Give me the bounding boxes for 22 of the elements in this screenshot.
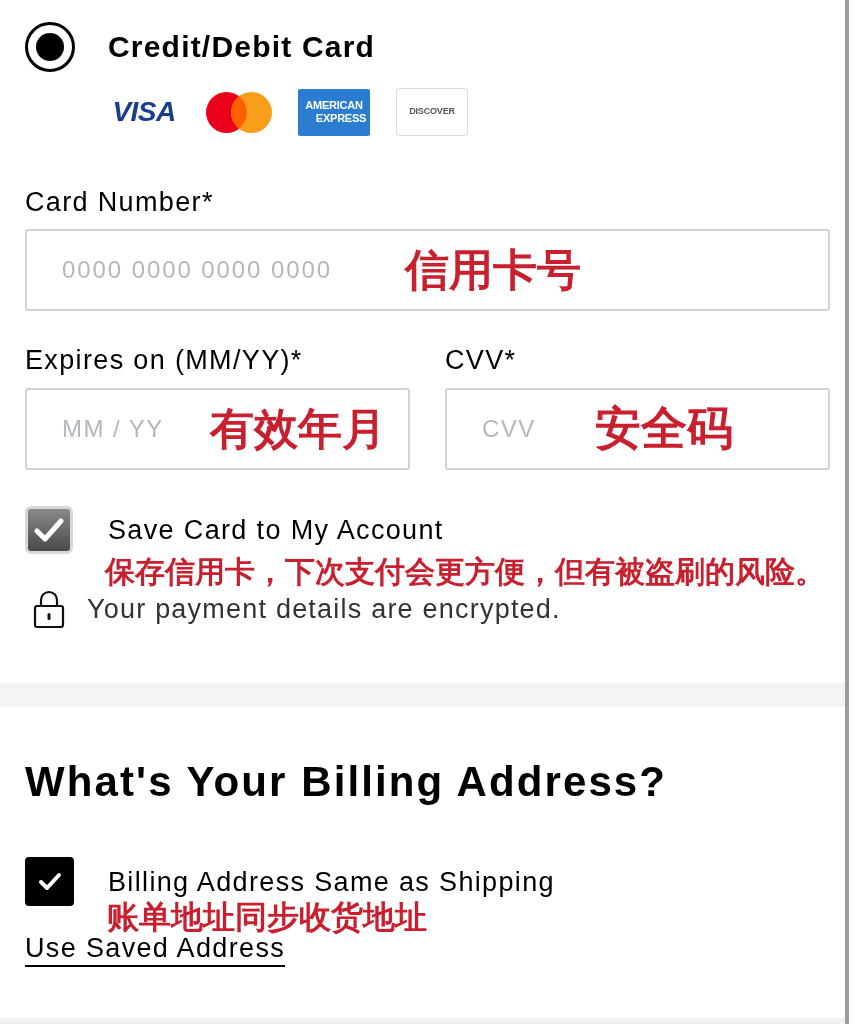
payment-method-label: Credit/Debit Card bbox=[108, 29, 376, 65]
brand-logo: VISA bbox=[111, 96, 177, 128]
field-label: Expires on (MM/YY)* bbox=[25, 344, 303, 376]
checkbox-label: Billing Address Same as Shipping bbox=[108, 865, 555, 898]
section-heading: What's Your Billing Address? bbox=[25, 758, 668, 806]
brand-logo: AMERICAN EXPRESS bbox=[298, 88, 370, 136]
checkmark-icon bbox=[37, 871, 62, 892]
security-note: Your payment details are encrypted. bbox=[87, 593, 561, 625]
checkbox-label: Save Card to My Account bbox=[108, 514, 444, 546]
annotation-text: 保存信用卡，下次支付会更方便，但有被盗刷的风险。 bbox=[105, 554, 825, 590]
field-label: CVV* bbox=[445, 344, 517, 376]
lock-icon bbox=[33, 590, 65, 628]
annotation-text: 有效年月 bbox=[210, 404, 386, 454]
checkbox[interactable] bbox=[25, 506, 73, 554]
annotation-text: 信用卡号 bbox=[405, 245, 581, 295]
overlapping-circles-icon bbox=[206, 91, 272, 133]
radio-button[interactable] bbox=[25, 22, 75, 72]
brand-logo: DISCOVER bbox=[396, 88, 468, 136]
field-label: Card Number* bbox=[25, 186, 214, 218]
annotation-text: 安全码 bbox=[595, 403, 733, 453]
checkbox[interactable] bbox=[25, 857, 74, 906]
checkmark-icon bbox=[34, 517, 64, 543]
